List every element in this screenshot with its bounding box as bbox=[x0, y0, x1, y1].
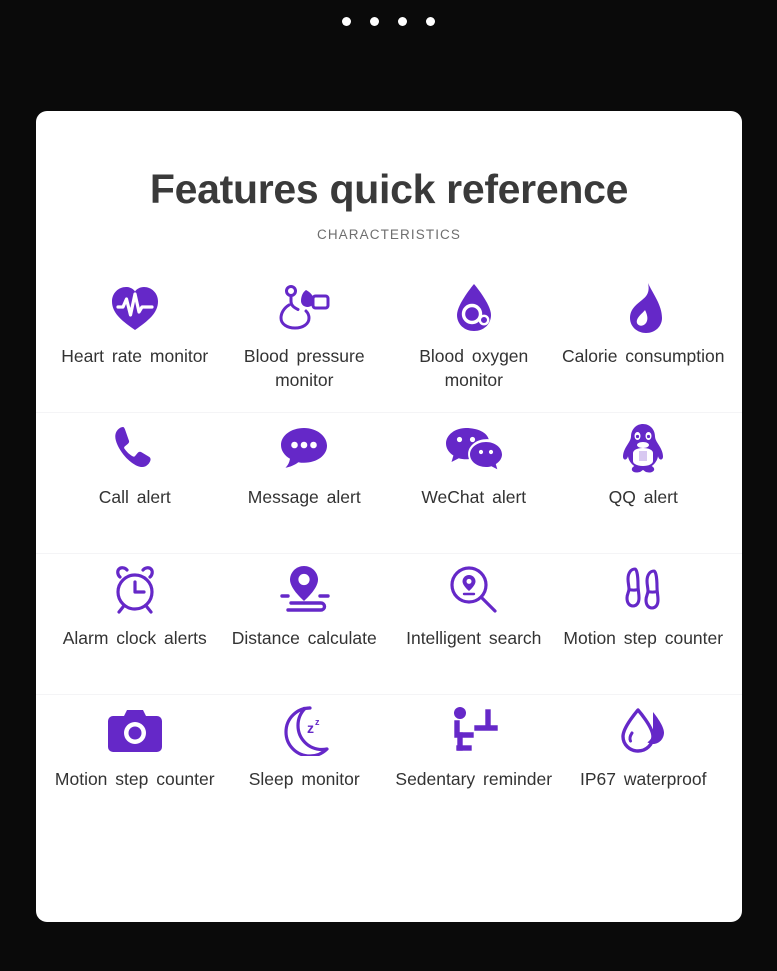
carousel-dot-3[interactable] bbox=[398, 17, 407, 26]
feature-label: WeChat alert bbox=[421, 487, 527, 507]
camera-icon bbox=[107, 703, 163, 759]
feature-label: Blood oxygen monitor bbox=[419, 346, 529, 390]
calorie-flame-icon bbox=[621, 280, 665, 336]
feature-item-sedentary[interactable]: Sedentary reminder bbox=[389, 695, 559, 792]
feature-item-distance[interactable]: Distance calculate bbox=[220, 554, 390, 651]
feature-item-camera-step-counter[interactable]: Motion step counter bbox=[50, 695, 220, 792]
feature-item-call-alert[interactable]: Call alert bbox=[50, 413, 220, 510]
feature-row: Alarm clock alerts Distance calculate In… bbox=[36, 554, 742, 695]
feature-item-sleep-monitor[interactable]: z z Sleep monitor bbox=[220, 695, 390, 792]
feature-label: QQ alert bbox=[608, 487, 678, 507]
message-bubble-icon bbox=[277, 421, 331, 477]
feature-label: Sedentary reminder bbox=[395, 769, 553, 789]
location-pin-path-icon bbox=[275, 562, 333, 618]
wechat-icon bbox=[445, 421, 503, 477]
water-drop-icon bbox=[618, 703, 668, 759]
feature-item-waterproof[interactable]: IP67 waterproof bbox=[559, 695, 729, 792]
svg-text:z: z bbox=[315, 717, 320, 727]
qq-penguin-icon bbox=[620, 421, 666, 477]
feature-item-alarm-clock[interactable]: Alarm clock alerts bbox=[50, 554, 220, 651]
blood-pressure-icon bbox=[276, 280, 332, 336]
phone-call-icon bbox=[110, 421, 160, 477]
feature-label: Motion step counter bbox=[54, 769, 215, 789]
feature-label: Sleep monitor bbox=[248, 769, 360, 789]
feature-item-blood-pressure[interactable]: Blood pressure monitor bbox=[220, 272, 390, 392]
feature-item-intelligent-search[interactable]: Intelligent search bbox=[389, 554, 559, 651]
feature-row: Call alert Message alert WeChat alert QQ… bbox=[36, 413, 742, 554]
moon-sleep-icon: z z bbox=[278, 703, 330, 759]
feature-label: IP67 waterproof bbox=[579, 769, 707, 789]
feature-item-step-counter[interactable]: Motion step counter bbox=[559, 554, 729, 651]
feature-label: Distance calculate bbox=[231, 628, 377, 648]
feature-item-qq-alert[interactable]: QQ alert bbox=[559, 413, 729, 510]
feature-item-message-alert[interactable]: Message alert bbox=[220, 413, 390, 510]
feature-item-wechat-alert[interactable]: WeChat alert bbox=[389, 413, 559, 510]
page-title: Features quick reference bbox=[149, 166, 629, 212]
page-root: Features quick reference CHARACTERISTICS… bbox=[0, 0, 777, 971]
feature-label: Call alert bbox=[98, 487, 171, 507]
carousel-dot-4[interactable] bbox=[426, 17, 435, 26]
feature-label: Calorie consumption bbox=[561, 346, 725, 366]
feature-label: Blood pressure monitor bbox=[243, 346, 365, 390]
alarm-clock-icon bbox=[109, 562, 161, 618]
page-subtitle: CHARACTERISTICS bbox=[316, 227, 461, 242]
heart-rate-icon bbox=[109, 280, 161, 336]
carousel-dot-2[interactable] bbox=[370, 17, 379, 26]
feature-label: Motion step counter bbox=[563, 628, 724, 648]
feature-label: Heart rate monitor bbox=[61, 346, 209, 366]
feature-label: Alarm clock alerts bbox=[62, 628, 207, 648]
feature-label: Intelligent search bbox=[406, 628, 542, 648]
card-header: Features quick reference CHARACTERISTICS bbox=[36, 111, 742, 243]
footsteps-icon bbox=[617, 562, 669, 618]
svg-text:z: z bbox=[307, 720, 314, 736]
carousel-dot-1[interactable] bbox=[342, 17, 351, 26]
blood-oxygen-icon bbox=[453, 280, 495, 336]
sedentary-person-icon bbox=[447, 703, 501, 759]
feature-row: Heart rate monitor Blood pressure monito… bbox=[36, 272, 742, 413]
feature-row: Motion step counter z z Sleep monitor Se… bbox=[36, 695, 742, 836]
features-card: Features quick reference CHARACTERISTICS… bbox=[36, 111, 742, 922]
carousel-dots[interactable] bbox=[0, 17, 777, 26]
feature-item-heart-rate[interactable]: Heart rate monitor bbox=[50, 272, 220, 369]
feature-label: Message alert bbox=[247, 487, 361, 507]
feature-item-blood-oxygen[interactable]: Blood oxygen monitor bbox=[389, 272, 559, 392]
search-pin-icon bbox=[448, 562, 500, 618]
feature-item-calorie[interactable]: Calorie consumption bbox=[559, 272, 729, 369]
